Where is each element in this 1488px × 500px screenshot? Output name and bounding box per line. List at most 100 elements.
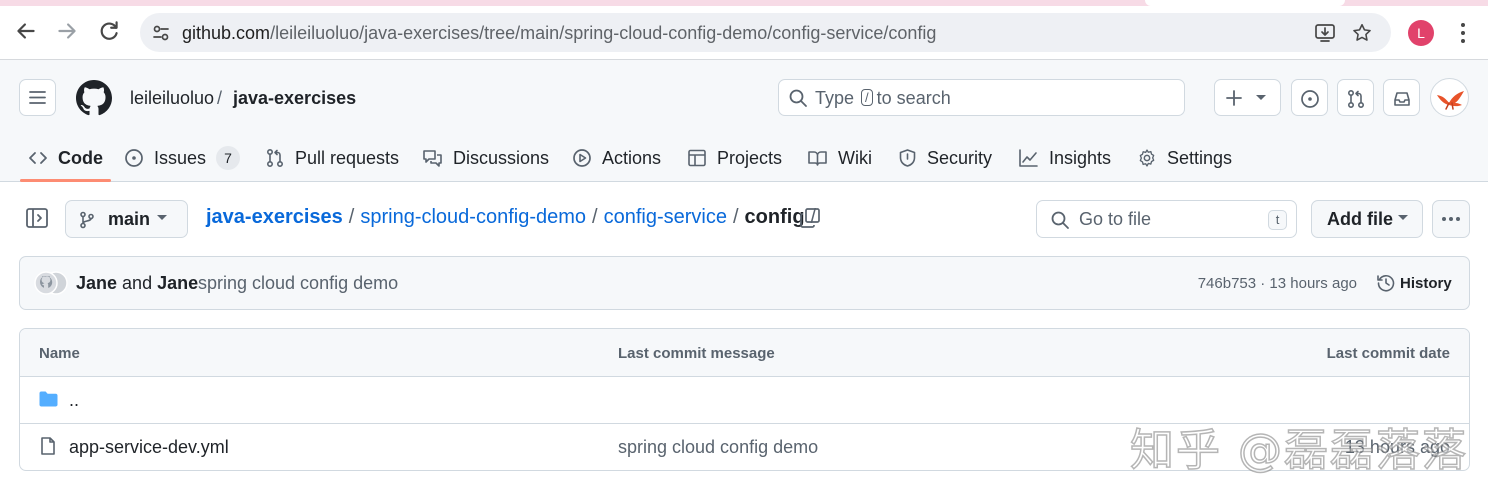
reload-icon: [100, 21, 118, 40]
tab-security[interactable]: Security: [898, 134, 992, 182]
graph-icon: [1019, 149, 1038, 167]
caret-down-icon: [157, 215, 167, 220]
address-url[interactable]: github.com/leileiluoluo/java-exercises/t…: [182, 23, 936, 44]
copy-path-button[interactable]: [798, 206, 822, 230]
file-commit-message-link[interactable]: spring cloud config demo: [618, 437, 818, 458]
table-row[interactable]: ..: [20, 377, 1469, 424]
site-settings-icon[interactable]: [151, 23, 171, 43]
folder-icon: [39, 391, 58, 407]
tab-security-label: Security: [927, 147, 993, 168]
hamburger-icon: [29, 91, 46, 104]
github-header: leileiluoluo / java-exercises Type / to s…: [0, 60, 1488, 182]
bookmark-star-icon[interactable]: [1351, 22, 1373, 44]
branch-selector-button[interactable]: main: [65, 200, 188, 238]
commit-authors: Jane and Jane: [76, 273, 198, 294]
bird-avatar-icon: [1437, 91, 1464, 110]
commit-coauthor-link[interactable]: Jane: [157, 273, 198, 293]
kebab-horizontal-icon: [1442, 217, 1460, 221]
commit-sha-and-time[interactable]: 746b753 · 13 hours ago: [1198, 275, 1357, 292]
tab-insights-label: Insights: [1049, 147, 1112, 168]
comment-discussion-icon: [423, 150, 442, 167]
breadcrumb-spring-cloud-config-demo-link[interactable]: spring-cloud-config-demo: [360, 206, 586, 229]
profile-initial: L: [1417, 25, 1425, 41]
install-app-icon[interactable]: [1314, 22, 1336, 44]
create-new-button[interactable]: [1214, 79, 1281, 116]
file-name-link[interactable]: app-service-dev.yml: [69, 437, 229, 458]
breadcrumb-repo-link[interactable]: java-exercises: [206, 206, 343, 229]
issue-opened-icon: [125, 149, 143, 167]
browser-profile-avatar[interactable]: L: [1408, 20, 1434, 46]
global-search-input[interactable]: Type / to search: [778, 79, 1185, 116]
tab-code[interactable]: Code: [20, 134, 111, 182]
file-tree-toggle-button[interactable]: [24, 205, 50, 231]
tab-issues[interactable]: Issues 7: [124, 134, 241, 182]
branch-name: main: [108, 209, 151, 229]
header-inbox-button[interactable]: [1383, 79, 1420, 116]
go-to-file-input[interactable]: Go to file t: [1036, 200, 1297, 238]
global-nav-button[interactable]: [19, 79, 56, 116]
add-file-label: Add file: [1327, 209, 1393, 229]
git-pull-request-icon: [266, 148, 284, 168]
git-branch-icon: [80, 211, 94, 229]
tab-code-label: Code: [58, 147, 103, 168]
search-icon: [1051, 211, 1069, 229]
commit-author-conjunction: and: [122, 273, 153, 293]
github-logo-icon[interactable]: [76, 80, 112, 116]
table-icon: [688, 149, 706, 167]
repo-owner-link[interactable]: leileiluoluo: [130, 88, 214, 109]
issues-count-badge: 7: [216, 146, 241, 170]
table-row[interactable]: app-service-dev.yml spring cloud config …: [20, 424, 1469, 470]
file-commit-date: 13 hours ago: [1344, 437, 1450, 457]
more-options-button[interactable]: [1432, 200, 1470, 238]
search-icon: [789, 89, 807, 107]
kebab-menu-icon: [1461, 23, 1465, 43]
tab-wiki[interactable]: Wiki: [807, 134, 872, 182]
git-pull-request-icon: [1347, 89, 1365, 109]
copy-icon: [800, 208, 820, 228]
go-to-file-shortcut-key: t: [1268, 210, 1287, 230]
arrow-right-icon: [58, 23, 76, 39]
caret-down-icon: [1398, 215, 1408, 220]
column-header-last-commit-message: Last commit message: [618, 345, 775, 362]
shield-icon: [899, 149, 916, 167]
browser-menu-button[interactable]: [1452, 20, 1474, 46]
arrow-left-icon: [17, 23, 35, 39]
tab-discussions[interactable]: Discussions: [422, 134, 549, 182]
history-link[interactable]: History: [1400, 275, 1452, 292]
header-issues-button[interactable]: [1291, 79, 1328, 116]
author-avatars-icon[interactable]: [34, 271, 70, 295]
tab-actions[interactable]: Actions: [572, 134, 661, 182]
back-button[interactable]: [13, 18, 39, 44]
sidebar-expand-icon: [26, 208, 48, 228]
add-file-button[interactable]: Add file: [1311, 200, 1423, 238]
breadcrumb-separator: /: [592, 206, 598, 228]
tab-issues-label: Issues: [154, 147, 207, 168]
column-header-name: Name: [39, 345, 80, 362]
tab-insights[interactable]: Insights: [1018, 134, 1111, 182]
inbox-icon: [1394, 92, 1410, 106]
issue-opened-icon: [1301, 90, 1319, 108]
parent-directory-link[interactable]: ..: [69, 390, 79, 411]
tab-actions-label: Actions: [602, 147, 662, 168]
history-icon: [1377, 274, 1395, 292]
breadcrumb-config-service-link[interactable]: config-service: [604, 206, 727, 229]
commit-message-link[interactable]: spring cloud config demo: [198, 273, 398, 294]
tab-projects[interactable]: Projects: [687, 134, 782, 182]
file-table: Name Last commit message Last commit dat…: [19, 328, 1470, 471]
column-header-last-commit-date: Last commit date: [1326, 345, 1450, 362]
tab-pull-requests[interactable]: Pull requests: [265, 134, 399, 182]
repo-path-separator: /: [217, 88, 223, 108]
reload-button[interactable]: [96, 18, 122, 44]
latest-commit-box: Jane and Jane spring cloud config demo 7…: [19, 256, 1470, 310]
forward-button[interactable]: [54, 18, 80, 44]
header-pull-requests-button[interactable]: [1337, 79, 1374, 116]
file-icon: [41, 437, 55, 455]
breadcrumb-separator: /: [732, 206, 739, 228]
tab-settings[interactable]: Settings: [1137, 134, 1232, 182]
repo-name-link[interactable]: java-exercises: [233, 88, 356, 109]
address-bar[interactable]: github.com/leileiluoluo/java-exercises/t…: [140, 13, 1391, 52]
commit-author-link[interactable]: Jane: [76, 273, 117, 293]
url-host: github.com: [182, 23, 271, 43]
search-suffix-text: to search: [876, 88, 951, 108]
user-avatar[interactable]: [1430, 78, 1469, 117]
